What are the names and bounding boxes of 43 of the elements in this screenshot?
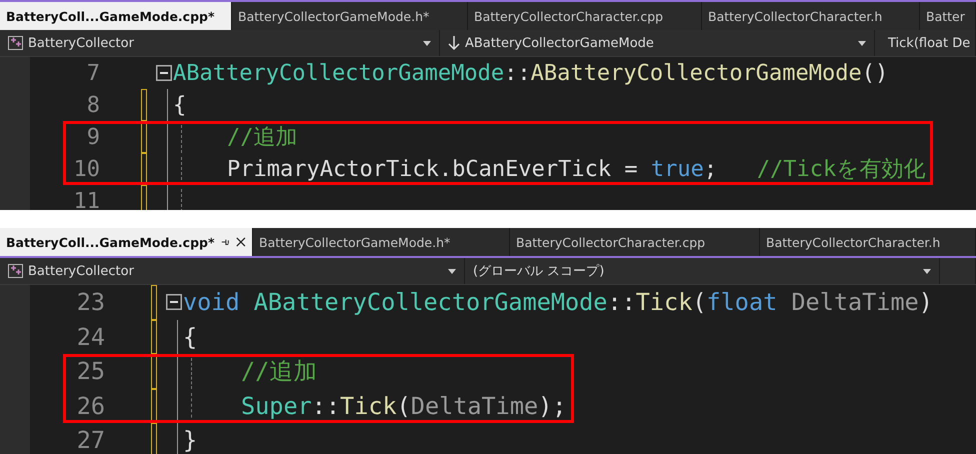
code-line: //追加 <box>241 356 318 388</box>
code-line: void ABatteryCollectorGameMode::Tick(float DeltaTime) <box>183 288 934 316</box>
caret-icon <box>858 40 866 46</box>
file-tab[interactable]: BatteryColl...GameMode.cpp* <box>0 2 232 30</box>
code-line: Super::Tick(DeltaTime); <box>241 392 568 420</box>
line-number: 27 <box>76 426 105 454</box>
code-line: PrimaryActorTick.bCanEverTick = true; //Tickを有効化 <box>227 156 926 184</box>
code-line: ABatteryCollectorGameMode::ABatteryCollectorGameMode() <box>173 60 890 86</box>
file-tab[interactable]: BatteryCollectorGameMode.h* <box>253 228 510 256</box>
file-tab[interactable]: BatteryCollectorGameMode.h* <box>232 2 468 30</box>
navigation-dropdown[interactable]: BatteryCollector <box>0 258 465 284</box>
line-number: 24 <box>76 322 105 351</box>
line-number: 26 <box>76 392 105 420</box>
project-icon <box>8 264 23 278</box>
caret-icon <box>423 40 431 46</box>
navigation-dropdown[interactable]: ABatteryCollectorGameMode <box>440 30 875 56</box>
close-icon[interactable] <box>236 236 246 248</box>
line-number: 10 <box>72 156 100 182</box>
navigation-dropdown[interactable]: Tick(float De <box>875 30 976 56</box>
line-number: 8 <box>86 92 100 118</box>
line-number: 25 <box>76 357 105 386</box>
code-line: { <box>173 92 188 118</box>
down-arrow-icon <box>448 35 460 51</box>
project-icon <box>8 36 23 50</box>
navigation-dropdown[interactable]: BatteryCollector <box>0 30 440 56</box>
file-tab[interactable]: BatteryCollectorCharacter.cpp <box>510 228 760 256</box>
file-tab[interactable]: BatteryCollectorCharacter.cpp <box>468 2 702 30</box>
file-tab[interactable]: BatteryCollectorCharacter.h <box>702 2 920 30</box>
collapse-icon[interactable] <box>166 294 182 310</box>
line-number: 9 <box>86 124 100 150</box>
file-tab[interactable]: Batter <box>920 2 976 30</box>
line-number: 11 <box>72 188 100 210</box>
line-number: 23 <box>76 288 105 316</box>
line-number: 7 <box>86 60 100 86</box>
caret-icon <box>923 268 931 274</box>
file-tab[interactable]: BatteryColl...GameMode.cpp* <box>0 228 253 256</box>
code-line: { <box>183 322 198 351</box>
caret-icon <box>448 268 456 274</box>
navigation-dropdown[interactable]: (グローバル スコープ) <box>465 258 940 284</box>
code-line: //追加 <box>227 124 298 152</box>
file-tab[interactable]: BatteryCollectorCharacter.h <box>760 228 976 256</box>
collapse-icon[interactable] <box>156 65 172 81</box>
code-line: } <box>183 426 198 454</box>
